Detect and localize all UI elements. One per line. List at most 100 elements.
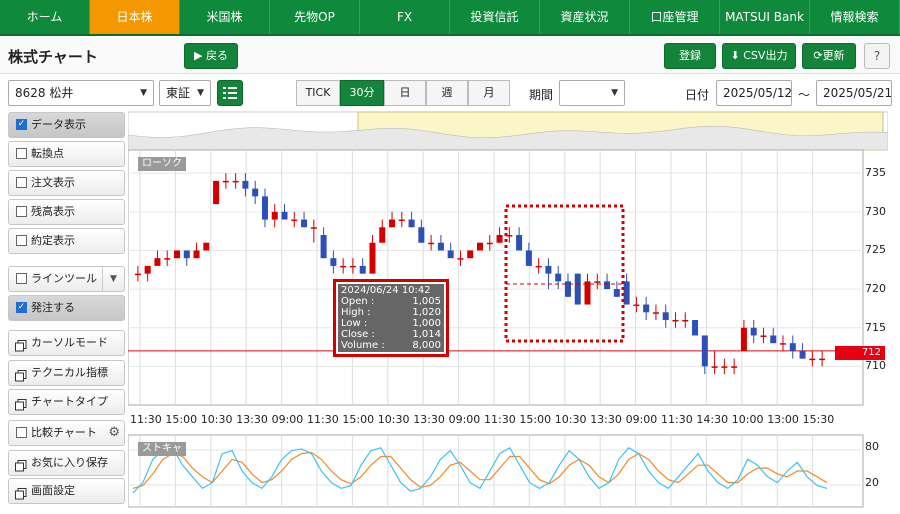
nav-item[interactable]: 投資信託 — [450, 0, 540, 34]
candle-body — [349, 265, 356, 268]
date-to-input[interactable]: 2025/05/21 — [816, 80, 892, 106]
date-from-input[interactable]: 2025/05/12 — [716, 80, 792, 106]
nav-item[interactable]: 情報検索 — [810, 0, 900, 34]
chevron-down-icon[interactable]: ▼ — [102, 267, 124, 291]
candle-body — [173, 250, 180, 259]
sidebar-item[interactable]: 画面設定 — [8, 478, 125, 504]
candle-body — [457, 258, 464, 260]
nav-item[interactable]: MATSUI Bank — [720, 0, 810, 34]
stock-select[interactable]: 8628 松井 ▼ — [8, 80, 154, 106]
candle-body — [242, 180, 249, 189]
nav-item[interactable]: 口座管理 — [630, 0, 720, 34]
tooltip-value: 1,005 — [412, 296, 441, 307]
candle-panel-label: ローソク — [138, 157, 186, 171]
checkbox-icon[interactable] — [16, 235, 27, 246]
csv-export-label: CSV出力 — [743, 49, 788, 62]
window-icon — [15, 457, 27, 472]
candle-body — [330, 258, 337, 266]
time-tick: 15:30 — [802, 413, 835, 426]
checkbox-icon[interactable] — [16, 148, 27, 159]
candle-body — [623, 281, 630, 305]
back-button[interactable]: ▶ 戻る — [184, 43, 238, 69]
candle-body — [604, 281, 611, 290]
price-tick: 715 — [865, 320, 886, 334]
gear-icon[interactable]: ⚙ — [108, 421, 120, 445]
sidebar-item[interactable]: チャートタイプ — [8, 389, 125, 415]
chart-area[interactable] — [128, 110, 888, 510]
time-tick: 09:00 — [271, 413, 304, 426]
checkbox-icon[interactable] — [16, 427, 27, 438]
time-tick: 15:00 — [165, 413, 198, 426]
tab-period[interactable]: 週 — [426, 80, 468, 106]
sidebar-item[interactable]: ✓ 発注する — [8, 295, 125, 321]
window-icon — [15, 367, 27, 382]
list-view-button[interactable] — [217, 80, 243, 106]
candle-body — [701, 335, 708, 367]
candle-body — [203, 242, 210, 251]
time-tick: 11:30 — [130, 413, 162, 426]
checkbox-icon[interactable] — [16, 177, 27, 188]
sidebar-item[interactable]: 約定表示 — [8, 228, 125, 254]
time-tick: 11:30 — [484, 413, 516, 426]
tab-period[interactable]: TICK — [296, 80, 340, 106]
nav-item[interactable]: FX — [360, 0, 450, 34]
checkbox-icon[interactable]: ✓ — [16, 302, 27, 313]
sidebar-item[interactable]: 比較チャート ⚙ — [8, 420, 125, 446]
stoch-tick-20: 20 — [865, 476, 879, 489]
refresh-button[interactable]: ⟳更新 — [802, 43, 856, 69]
sidebar-item-label: ラインツール — [31, 272, 97, 285]
time-tick: 13:00 — [767, 413, 799, 426]
candle-body — [662, 312, 669, 320]
tab-period[interactable]: 30分 — [340, 80, 384, 106]
time-tick: 15:00 — [519, 413, 552, 426]
period-select[interactable]: ▼ — [559, 80, 625, 106]
help-button[interactable]: ? — [864, 43, 890, 69]
sidebar-item[interactable]: 注文表示 — [8, 170, 125, 196]
nav-item[interactable]: ホーム — [0, 0, 90, 34]
refresh-label: 更新 — [822, 49, 845, 62]
candle-body — [672, 320, 679, 322]
sidebar-item[interactable]: カーソルモード — [8, 330, 125, 356]
window-icon — [15, 396, 27, 411]
candle-body — [398, 219, 405, 222]
time-tick: 13:30 — [590, 413, 622, 426]
sidebar-item[interactable]: ✓ データ表示 — [8, 112, 125, 138]
tooltip-row: Low : 1,000 — [341, 318, 441, 329]
candle-body — [359, 265, 366, 274]
stoch-tick-80: 80 — [865, 440, 879, 453]
sidebar-item-label: 約定表示 — [31, 234, 75, 247]
tab-period[interactable]: 日 — [384, 80, 426, 106]
sidebar-item[interactable]: 転換点 — [8, 141, 125, 167]
sidebar-item[interactable]: 残高表示 — [8, 199, 125, 225]
nav-item[interactable]: 日本株 — [90, 0, 180, 34]
chevron-down-icon: ▼ — [140, 88, 147, 98]
candle-body — [711, 366, 718, 368]
sidebar-item-label: 転換点 — [31, 147, 64, 160]
sidebar-item[interactable]: テクニカル指標 — [8, 360, 125, 386]
checkbox-icon[interactable] — [16, 273, 27, 284]
main-nav: ホーム 日本株 米国株 先物OP FX 投資信託 資産状況 口座管理 MATSUI Bank 情報… — [0, 0, 900, 36]
sidebar-item[interactable]: ラインツール ▼ — [8, 266, 125, 292]
sidebar-item-label: データ表示 — [31, 118, 86, 131]
candle-body — [780, 343, 787, 345]
sidebar-item[interactable]: お気に入り保存 — [8, 450, 125, 476]
candle-body — [301, 219, 308, 228]
market-select[interactable]: 東証 ▼ — [159, 80, 211, 106]
time-tick: 11:30 — [661, 413, 693, 426]
csv-export-button[interactable]: ⬇ CSV出力 — [722, 43, 796, 69]
tooltip-value: 1,020 — [412, 307, 441, 318]
checkbox-icon[interactable]: ✓ — [16, 119, 27, 130]
sidebar-item-label: 比較チャート — [31, 426, 97, 439]
nav-item[interactable]: 先物OP — [270, 0, 360, 34]
candle-body — [183, 250, 190, 259]
nav-item[interactable]: 資産状況 — [540, 0, 630, 34]
candle-body — [555, 273, 562, 282]
candle-body — [799, 350, 806, 359]
register-button[interactable]: 登録 — [664, 43, 716, 69]
candle-body — [467, 250, 474, 259]
window-icon — [15, 337, 27, 352]
checkbox-icon[interactable] — [16, 206, 27, 217]
tab-period[interactable]: 月 — [468, 80, 510, 106]
nav-item[interactable]: 米国株 — [180, 0, 270, 34]
candle-body — [340, 265, 347, 268]
